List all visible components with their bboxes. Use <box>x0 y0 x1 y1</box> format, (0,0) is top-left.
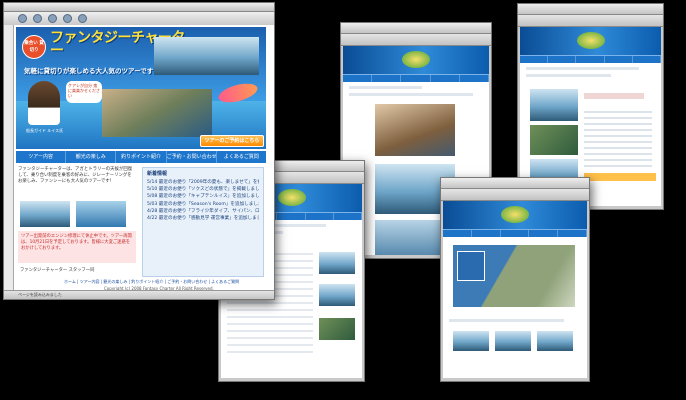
photo-thumb <box>319 318 355 340</box>
window-toolbar <box>441 189 589 201</box>
text-line <box>449 319 565 322</box>
page-nav <box>343 74 489 82</box>
boat-photo <box>537 331 573 351</box>
page-header <box>520 27 661 55</box>
forward-button[interactable] <box>33 14 42 23</box>
reload-button[interactable] <box>63 14 72 23</box>
photo-thumb <box>319 284 355 306</box>
orange-banner <box>584 173 656 181</box>
stop-button[interactable] <box>48 14 57 23</box>
page-screenshot <box>443 201 587 378</box>
menu-sightseeing[interactable]: 観光の楽しみ <box>66 151 117 163</box>
home-icon <box>78 14 87 23</box>
browser-content: 乗合い 貸切り ファンタジーチャーター 気軽に貸切りが楽しめる大人気のツアーです… <box>4 25 274 291</box>
window-titlebar <box>441 178 589 189</box>
site-banner: 乗合い 貸切り ファンタジーチャーター 気軽に貸切りが楽しめる大人気のツアーです… <box>16 27 266 149</box>
news-item[interactable]: 4/28 最近のお便り「フライ少年ダイブ、サイパン、ロタ」をご追加しました。 <box>147 208 259 215</box>
browser-toolbar <box>4 12 274 26</box>
logo-icon <box>402 51 430 68</box>
logo-icon <box>576 32 605 49</box>
crew-photo <box>102 89 212 137</box>
photo-thumb <box>319 252 355 274</box>
notice-text: ツアー出発前のエンジン修理にて休止中です。ツアー再開は、10月21日を予定してお… <box>21 234 132 251</box>
window-titlebar <box>4 3 274 12</box>
boat-photo <box>453 331 489 351</box>
page-header <box>343 46 489 74</box>
boat-photo <box>495 331 531 351</box>
text-line <box>349 86 422 89</box>
news-box: 新着情報 5/14 最近のお便り「2009年の夏も、楽しませて」を掲載しました。… <box>142 167 264 277</box>
menu-fishing-points[interactable]: 釣りポイント紹介 <box>116 151 167 163</box>
text-line <box>349 93 474 96</box>
people-photo <box>530 125 578 155</box>
news-item[interactable]: 5/08 最近のお便り「キャプテンルイス」を追加しました。 <box>147 193 259 200</box>
sea-photo <box>76 201 126 227</box>
reload-icon <box>63 14 72 23</box>
home-button[interactable] <box>78 14 87 23</box>
notice-box: ツアー出発前のエンジン修理にて休止中です。ツアー再開は、10月21日を予定してお… <box>18 231 136 263</box>
text-line <box>526 67 639 70</box>
page-header <box>443 201 587 229</box>
window-toolbar <box>518 15 663 27</box>
menu-faq[interactable]: よくあるご質問 <box>217 151 266 163</box>
map-inset <box>457 251 485 281</box>
page-nav <box>520 55 661 63</box>
boat-photo <box>154 37 259 75</box>
browser-sidebar[interactable] <box>4 25 14 291</box>
window-titlebar <box>518 4 663 15</box>
logo-icon <box>501 206 529 223</box>
text-line <box>526 74 611 77</box>
stop-icon <box>48 14 57 23</box>
footer-links[interactable]: ホーム | ツアー内容 | 観光の楽しみ | 釣りポイント紹介 | ご予約・お問… <box>64 279 264 285</box>
guide-bubble: ケアレが自分 鬼に楽楽かせください <box>66 81 102 103</box>
browser-window-background-d <box>440 177 590 382</box>
news-item[interactable]: 5/03 最近のお便り「Season's Room」を追加しました。 <box>147 201 259 208</box>
page-nav <box>443 229 587 237</box>
guide-avatar <box>28 81 60 125</box>
menu-reservation[interactable]: ご予約・お問い合わせ <box>167 151 217 163</box>
news-item[interactable]: 4/22 最近のお便り「感動見学 運営事業」を追加しました。 <box>147 215 259 222</box>
guide-caption: 船長ガイド ルイス氏 <box>26 128 64 133</box>
info-block <box>584 107 652 167</box>
forward-arrow-icon <box>33 14 42 23</box>
boat-photo <box>20 201 70 227</box>
main-menu: ツアー内容 観光の楽しみ 釣りポイント紹介 ご予約・お問い合わせ よくあるご質問 <box>16 151 266 163</box>
news-heading: 新着情報 <box>147 171 168 177</box>
logo-icon <box>277 189 306 206</box>
menu-tour-content[interactable]: ツアー内容 <box>16 151 67 163</box>
fish-photo <box>375 104 455 156</box>
back-arrow-icon <box>18 14 27 23</box>
window-titlebar <box>341 23 491 34</box>
reserve-button[interactable]: ツアーのご予約はこちら <box>200 135 264 147</box>
price-text <box>584 93 644 99</box>
company-line: ファンタジーチャーター スタッフ一同 <box>20 268 95 273</box>
status-text: ページを読み込みました <box>18 292 62 297</box>
news-item[interactable]: 5/10 最近のお便り「ソクスどの状態で」を掲載しました。 <box>147 186 259 193</box>
news-item[interactable]: 5/14 最近のお便り「2009年の夏も、楽しませて」を掲載しました。 <box>147 179 259 186</box>
boat-photo <box>530 89 578 121</box>
browser-window-main: 乗合い 貸切り ファンタジーチャーター 気軽に貸切りが楽しめる大人気のツアーです… <box>3 2 275 300</box>
back-button[interactable] <box>18 14 27 23</box>
intro-text: ファンタジーチャーターは、アガとトラリーの天候が回復して、乗り合い制度を乗客の好… <box>18 167 133 184</box>
badge: 乗合い 貸切り <box>22 35 46 59</box>
status-bar: ページを読み込みました <box>4 290 274 299</box>
window-toolbar <box>341 34 491 46</box>
